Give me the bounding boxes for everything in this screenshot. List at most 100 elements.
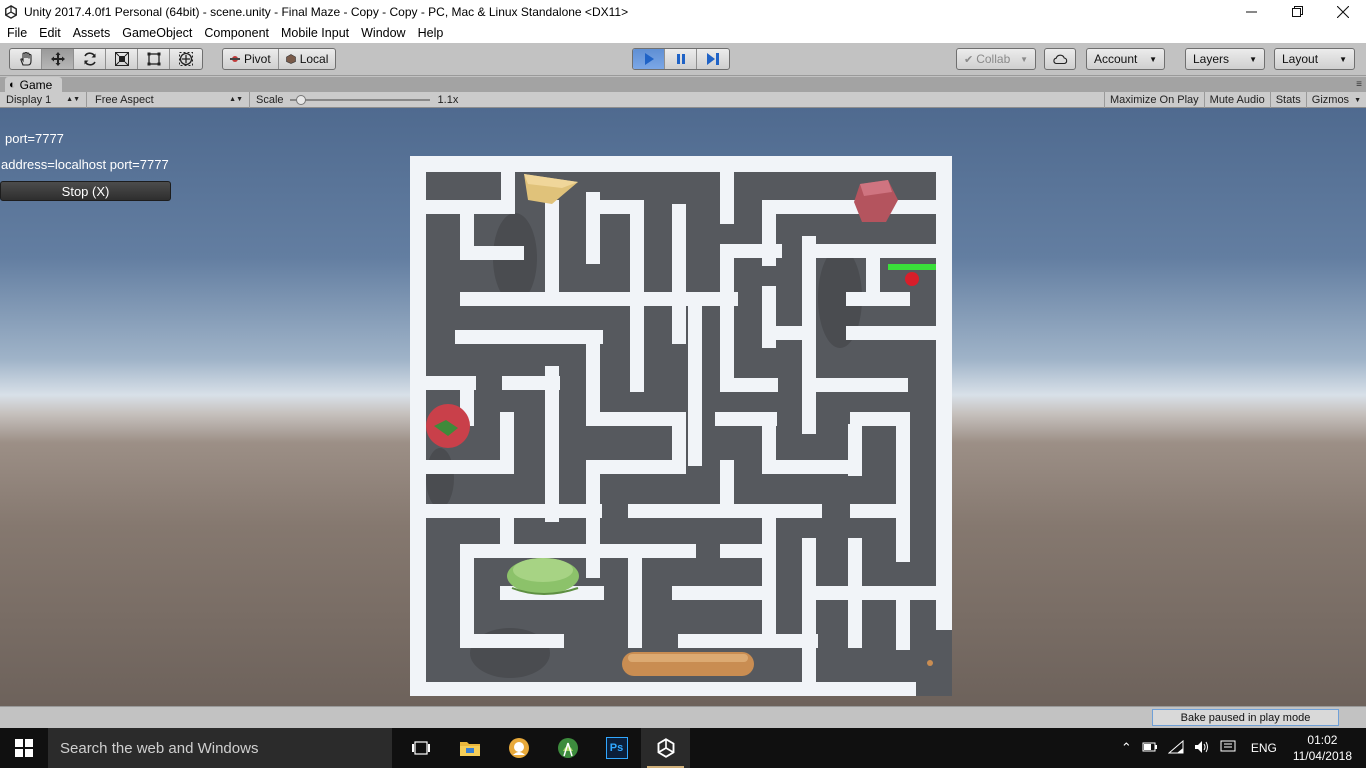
game-view[interactable]: port=7777 address=localhost port=7777 St… (0, 108, 1366, 706)
menu-gameobject[interactable]: GameObject (116, 26, 198, 40)
battery-icon[interactable] (1137, 741, 1163, 756)
clock[interactable]: 01:02 11/04/2018 (1287, 732, 1366, 764)
layout-dropdown[interactable]: Layout ▼ (1274, 48, 1355, 70)
toggle-maximize-on-play[interactable]: Maximize On Play (1104, 92, 1204, 108)
collab-button[interactable]: ✔ Collab ▼ (956, 48, 1036, 70)
unity-icon[interactable] (641, 728, 690, 768)
display-label: Display 1 (6, 93, 52, 106)
pivot-label: Pivot (244, 52, 271, 66)
chevron-down-icon: ▼ (1354, 96, 1361, 104)
menu-assets[interactable]: Assets (67, 26, 117, 40)
unity-logo-icon (5, 4, 17, 19)
scale-icon[interactable] (106, 49, 138, 69)
rotate-icon[interactable] (74, 49, 106, 69)
transform-tools (9, 48, 203, 70)
wifi-icon[interactable] (1163, 739, 1189, 757)
clock-date: 11/04/2018 (1292, 749, 1352, 763)
panel-menu-icon[interactable]: ≡ (1356, 79, 1362, 90)
check-icon: ✔ (964, 53, 974, 66)
dropdown-arrows-icon: ▲▼ (66, 96, 80, 103)
game-icon: ◐ (9, 78, 16, 91)
scale-value: 1.1x (437, 93, 459, 106)
tab-game-label: Game (19, 77, 53, 92)
menu-mobile-input[interactable]: Mobile Input (275, 26, 355, 40)
bread (622, 652, 754, 676)
menu-help[interactable]: Help (412, 26, 450, 40)
dropdown-arrows-icon: ▲▼ (229, 96, 243, 103)
minimize-icon[interactable] (1228, 0, 1274, 23)
game-view-toolbar: Display 1 ▲▼ Free Aspect ▲▼ Scale 1.1x M… (0, 91, 1366, 108)
scale-slider[interactable] (289, 92, 430, 108)
stop-button[interactable]: Stop (X) (0, 181, 171, 201)
move-icon[interactable] (42, 49, 74, 69)
photoshop-icon[interactable]: Ps (592, 728, 641, 768)
local-label: Local (299, 52, 329, 66)
taskbar: Search the web and Windows Ps ⌃ ENG 01:0… (0, 728, 1366, 768)
hand-icon[interactable] (10, 49, 42, 69)
scale-slider-track (289, 98, 430, 101)
restore-icon[interactable] (1274, 0, 1320, 23)
menu-window[interactable]: Window (355, 26, 411, 40)
window-title: Unity 2017.4.0f1 Personal (64bit) - scen… (24, 4, 629, 19)
gizmos-label: Gizmos (1311, 94, 1350, 106)
address-label: address=localhost port=7777 (1, 157, 169, 172)
account-label: Account (1094, 52, 1138, 66)
local-toggle[interactable]: Local (279, 49, 336, 69)
step-icon[interactable] (697, 49, 729, 69)
crumb (927, 660, 933, 666)
chevron-down-icon: ▼ (1020, 54, 1028, 64)
chevron-down-icon: ▼ (1249, 54, 1257, 64)
transform-icon[interactable] (170, 49, 202, 69)
taskbar-search[interactable]: Search the web and Windows (48, 728, 392, 768)
menu-file[interactable]: File (0, 26, 33, 40)
chevron-down-icon: ▼ (1339, 54, 1347, 64)
display-dropdown[interactable]: Display 1 ▲▼ (0, 91, 87, 108)
menu-component[interactable]: Component (198, 26, 275, 40)
android-studio-icon[interactable] (543, 728, 592, 768)
lettuce (507, 558, 579, 595)
task-view-icon[interactable] (396, 728, 445, 768)
local-icon (285, 54, 296, 64)
app-icon[interactable] (494, 728, 543, 768)
file-explorer-icon[interactable] (445, 728, 494, 768)
play-icon[interactable] (633, 49, 665, 69)
maze-scene (410, 156, 952, 696)
pivot-icon (230, 56, 240, 62)
photoshop-label: Ps (605, 737, 628, 759)
collab-label: Collab (976, 52, 1011, 66)
scale-label: Scale (256, 93, 284, 106)
scale-slider-thumb[interactable] (296, 94, 307, 105)
toggle-gizmos[interactable]: Gizmos ▼ (1305, 92, 1366, 108)
menu-bar: File Edit Assets GameObject Component Mo… (0, 23, 1366, 43)
cloud-icon (1053, 54, 1068, 65)
pause-icon[interactable] (665, 49, 697, 69)
language-indicator[interactable]: ENG (1241, 741, 1287, 755)
port-label: port=7777 (5, 131, 64, 146)
main-toolbar: Pivot Local ✔ Collab ▼ Account ▼ Layers … (0, 43, 1366, 76)
game-tab-bar: ◐ Game ≡ (0, 77, 1366, 92)
pivot-toggle[interactable]: Pivot (223, 49, 279, 69)
title-bar: Unity 2017.4.0f1 Personal (64bit) - scen… (0, 0, 1366, 23)
toggle-stats[interactable]: Stats (1269, 92, 1306, 108)
chevron-up-icon[interactable]: ⌃ (1116, 740, 1137, 756)
layout-label: Layout (1282, 52, 1319, 66)
account-dropdown[interactable]: Account ▼ (1086, 48, 1165, 70)
rect-icon[interactable] (138, 49, 170, 69)
menu-edit[interactable]: Edit (33, 26, 67, 40)
pivot-toggles: Pivot Local (222, 48, 337, 70)
player-ball (905, 272, 919, 286)
toggle-mute-audio[interactable]: Mute Audio (1203, 92, 1270, 108)
clock-time: 01:02 (1307, 733, 1338, 747)
search-placeholder: Search the web and Windows (60, 739, 259, 757)
cloud-button[interactable] (1044, 48, 1076, 70)
layers-dropdown[interactable]: Layers ▼ (1185, 48, 1265, 70)
tab-game[interactable]: ◐ Game (5, 77, 63, 92)
system-tray: ⌃ ENG 01:02 11/04/2018 (1116, 728, 1366, 768)
tomato-left (426, 404, 470, 448)
close-icon[interactable] (1320, 0, 1366, 23)
windows-start-icon[interactable] (0, 728, 48, 768)
notifications-icon[interactable] (1215, 740, 1241, 757)
aspect-dropdown[interactable]: Free Aspect ▲▼ (87, 91, 250, 108)
layers-label: Layers (1193, 52, 1230, 66)
volume-icon[interactable] (1189, 740, 1215, 757)
